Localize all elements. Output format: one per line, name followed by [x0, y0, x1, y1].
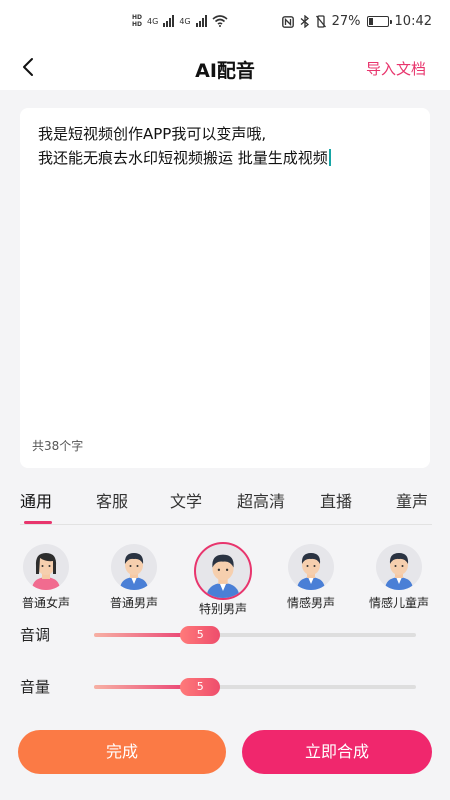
battery-icon	[366, 16, 392, 27]
emotional-child-avatar-icon	[376, 544, 422, 590]
signal-icon	[163, 15, 175, 27]
top-bar: AI配音 导入文档	[0, 44, 450, 90]
voice-label: 普通男声	[109, 596, 158, 610]
hd-icon: HD HD	[132, 14, 143, 28]
bluetooth-icon	[300, 15, 309, 28]
signal-icon	[195, 15, 207, 27]
voice-label: 特别男声	[198, 602, 247, 616]
volume-slider[interactable]: 5	[94, 678, 416, 696]
voice-option-emotional-male[interactable]: 情感男声	[271, 544, 351, 611]
tab-child[interactable]: 童声	[396, 488, 428, 512]
network-type-1: 4G	[147, 16, 159, 26]
back-button[interactable]	[14, 52, 42, 82]
network-type-2: 4G	[179, 16, 191, 26]
mute-icon	[315, 15, 326, 28]
voice-option-female[interactable]: 普通女声	[6, 544, 86, 611]
tab-general[interactable]: 通用	[20, 488, 52, 512]
synthesize-button[interactable]: 立即合成	[242, 730, 432, 774]
nfc-icon	[281, 15, 294, 28]
male-avatar-icon	[111, 544, 157, 590]
char-count: 共38个字	[32, 439, 84, 453]
voice-option-special-male[interactable]: 特别男声	[183, 542, 263, 617]
voice-option-emotional-child[interactable]: 情感儿童声	[359, 544, 439, 611]
divider	[20, 524, 432, 525]
text-editor[interactable]: 我是短视频创作APP我可以变声哦, 我还能无痕去水印短视频搬运 批量生成视频 共…	[20, 108, 430, 468]
tab-customer-service[interactable]: 客服	[96, 488, 128, 512]
pitch-slider-thumb[interactable]: 5	[180, 626, 221, 644]
tab-live[interactable]: 直播	[320, 488, 352, 512]
special-male-avatar-icon	[194, 542, 252, 600]
import-document-button[interactable]: 导入文档	[366, 58, 426, 79]
status-icons: 27% 10:42	[281, 14, 432, 29]
done-button[interactable]: 完成	[18, 730, 226, 774]
wifi-icon	[212, 15, 228, 27]
pitch-label: 音调	[20, 626, 51, 644]
voice-label: 情感儿童声	[368, 596, 429, 610]
editor-content[interactable]: 我是短视频创作APP我可以变声哦, 我还能无痕去水印短视频搬运 批量生成视频	[38, 122, 418, 170]
voice-option-male[interactable]: 普通男声	[94, 544, 174, 611]
tab-ultra-hd[interactable]: 超高清	[237, 488, 285, 512]
emotional-male-avatar-icon	[288, 544, 334, 590]
tab-literature[interactable]: 文学	[170, 488, 202, 512]
pitch-slider-row: 音调 5	[20, 622, 430, 646]
volume-slider-thumb[interactable]: 5	[180, 678, 221, 696]
status-bar: HD HD 4G 4G 27% 10:42	[0, 0, 450, 44]
editor-line: 我还能无痕去水印短视频搬运 批量生成视频	[38, 149, 328, 167]
battery-percent: 27%	[331, 14, 361, 29]
voice-category-tabs: 通用 客服 文学 超高清 直播 童声	[0, 480, 450, 526]
editor-line: 我是短视频创作APP我可以变声哦,	[38, 125, 267, 143]
text-caret	[328, 149, 331, 166]
signal-cluster: HD HD 4G 4G	[132, 14, 228, 28]
voice-label: 普通女声	[21, 596, 70, 610]
volume-slider-row: 音量 5	[20, 674, 430, 698]
female-avatar-icon	[23, 544, 69, 590]
volume-label: 音量	[20, 678, 51, 696]
chevron-left-icon	[23, 58, 33, 76]
clock: 10:42	[394, 14, 432, 29]
pitch-slider[interactable]: 5	[94, 626, 416, 644]
voice-label: 情感男声	[286, 596, 335, 610]
